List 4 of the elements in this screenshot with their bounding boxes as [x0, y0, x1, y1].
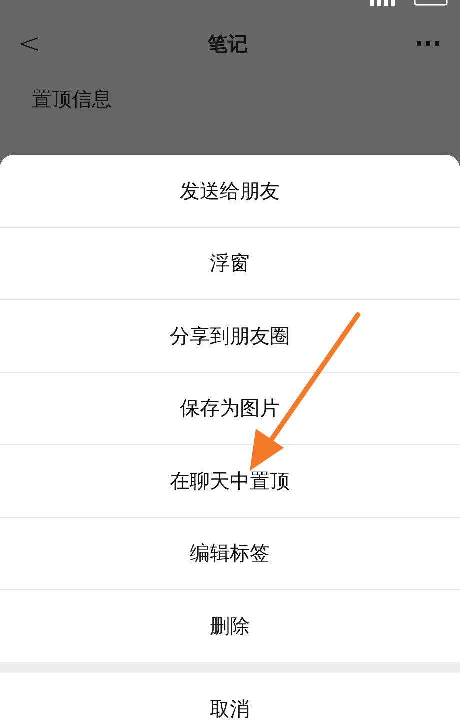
page-title: 笔记 [208, 31, 248, 58]
menu-item[interactable]: 发送给朋友 [0, 155, 460, 228]
note-title: 置顶信息 [31, 86, 113, 113]
battery-icon [414, 0, 448, 6]
